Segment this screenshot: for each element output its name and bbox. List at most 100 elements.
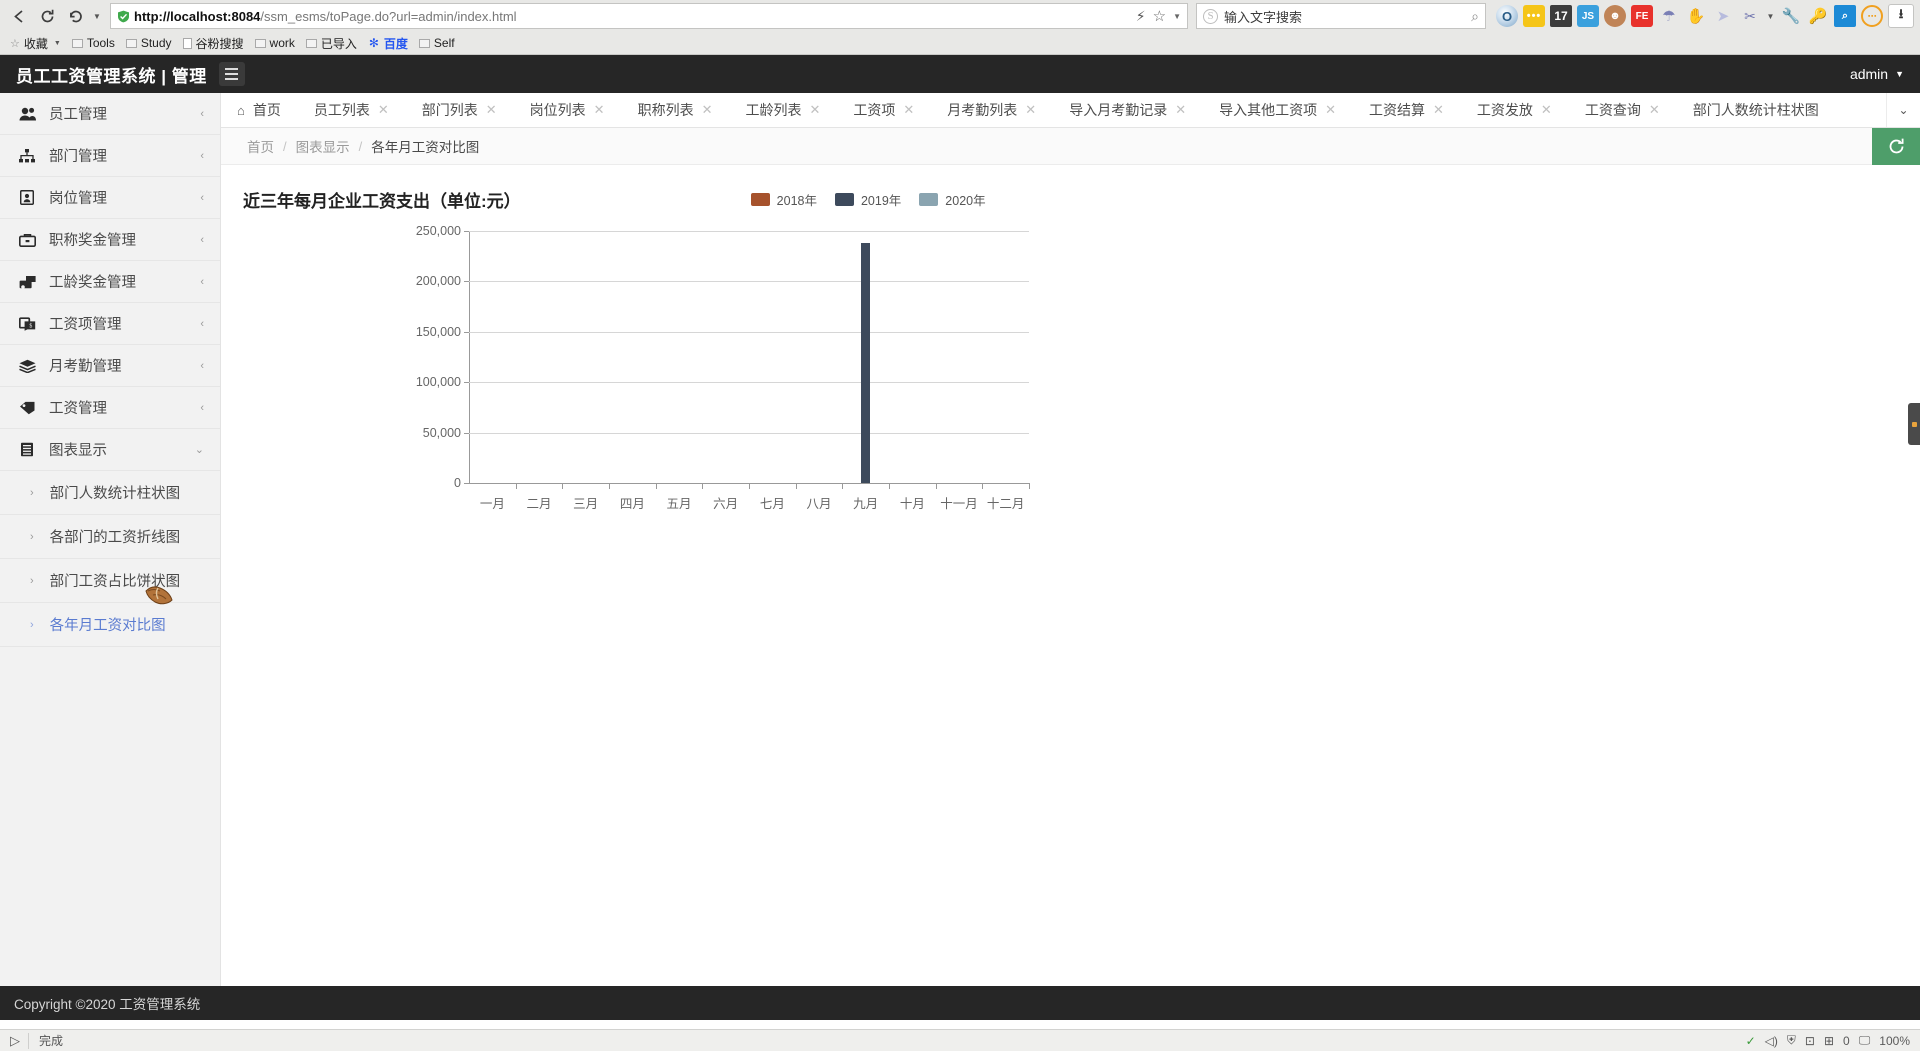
tab-monthly-attendance-list[interactable]: 月考勤列表 ✕: [931, 93, 1053, 127]
reload-icon[interactable]: [34, 3, 60, 29]
close-icon[interactable]: ✕: [1433, 102, 1444, 118]
bookmark-item-work[interactable]: work: [251, 35, 302, 51]
sidebar-subitem-dept-count-bar[interactable]: › 部门人数统计柱状图: [0, 471, 220, 515]
shield-icon[interactable]: ⛨: [1787, 1033, 1796, 1048]
speaker-icon[interactable]: ◁): [1765, 1034, 1778, 1048]
play-icon[interactable]: ▷: [6, 1032, 29, 1049]
bookmark-item-tools[interactable]: Tools: [68, 35, 122, 51]
close-icon[interactable]: ✕: [1325, 102, 1336, 118]
sidebar-item-position[interactable]: 岗位管理 ‹: [0, 177, 220, 219]
search-icon[interactable]: ⌕: [1471, 8, 1479, 25]
opera-icon[interactable]: O: [1496, 5, 1518, 27]
tab-home[interactable]: ⌂ 首页: [221, 93, 298, 127]
sidebar-item-department[interactable]: 部门管理 ‹: [0, 135, 220, 177]
tab-import-other-salary[interactable]: 导入其他工资项 ✕: [1203, 93, 1353, 127]
window-icon[interactable]: ⊞: [1824, 1034, 1834, 1048]
back-arrow-icon[interactable]: [6, 3, 32, 29]
bookmark-item-baidu[interactable]: ✻ 百度: [364, 34, 415, 53]
close-icon[interactable]: ✕: [1175, 102, 1186, 118]
pointer-icon[interactable]: ➤: [1712, 5, 1734, 27]
wrench-icon[interactable]: 🔧: [1780, 5, 1802, 27]
history-dropdown-icon[interactable]: ▼: [90, 3, 104, 29]
firebug-icon[interactable]: FE: [1631, 5, 1653, 27]
close-icon[interactable]: ✕: [809, 102, 820, 118]
lock-icon[interactable]: ⊡: [1805, 1034, 1815, 1048]
tab-title-list[interactable]: 职称列表 ✕: [622, 93, 730, 127]
browser-search-box[interactable]: S 输入文字搜索 ⌕: [1196, 3, 1486, 29]
sidebar-subitem-dept-salary-pie[interactable]: › 部门工资占比饼状图: [0, 559, 220, 603]
bookmark-item-self[interactable]: Self: [415, 35, 462, 51]
breadcrumb-item-charts[interactable]: 图表显示: [296, 136, 350, 156]
tab-salary-settlement[interactable]: 工资结算 ✕: [1353, 93, 1461, 127]
sidebar-item-monthly-attendance[interactable]: 月考勤管理 ‹: [0, 345, 220, 387]
legend-item-2020[interactable]: 2020年: [919, 190, 986, 209]
bookmark-item-gufen[interactable]: 谷粉搜搜: [179, 34, 251, 53]
chevron-down-icon[interactable]: ⌄: [1886, 93, 1920, 127]
scissors-dropdown-icon[interactable]: ▼: [1766, 3, 1775, 29]
sidebar-item-title-bonus[interactable]: 职称奖金管理 ‹: [0, 219, 220, 261]
chevron-left-icon: ‹: [200, 107, 204, 120]
hamburger-icon[interactable]: [218, 62, 245, 86]
chart-header: 近三年每月企业工资支出（单位:元） 2018年 2019年 2020年: [221, 185, 1920, 213]
scissors-icon[interactable]: ✂: [1739, 5, 1761, 27]
y-axis-tick-label: 50,000: [422, 425, 461, 440]
chevron-down-icon[interactable]: ▼: [54, 40, 61, 47]
close-icon[interactable]: ✕: [1541, 102, 1552, 118]
history-undo-icon[interactable]: [62, 3, 88, 29]
sidebar-item-salary-items[interactable]: $ 工资项管理 ‹: [0, 303, 220, 345]
chart-bar[interactable]: [861, 243, 871, 483]
chart-canvas[interactable]: 0 50,000 100,000 150,000 200,000 250,000 一月 二月 三…: [416, 224, 1030, 511]
key-icon[interactable]: 🔑: [1807, 5, 1829, 27]
legend-item-2019[interactable]: 2019年: [834, 190, 902, 209]
js-icon[interactable]: JS: [1577, 5, 1599, 27]
download-icon[interactable]: ⭳: [1888, 4, 1914, 28]
tab-salary-items[interactable]: 工资项 ✕: [837, 93, 931, 127]
tab-seniority-list[interactable]: 工龄列表 ✕: [729, 93, 837, 127]
bookmark-star-icon[interactable]: ☆: [1153, 7, 1166, 25]
sidebar-item-salary-mgmt[interactable]: 工资管理 ‹: [0, 387, 220, 429]
tab-dept-count-bar-chart[interactable]: 部门人数统计柱状图: [1677, 93, 1836, 127]
monkey-icon[interactable]: ☻: [1604, 5, 1626, 27]
tab-salary-query[interactable]: 工资查询 ✕: [1569, 93, 1677, 127]
user-menu[interactable]: admin ▼: [1850, 66, 1904, 82]
close-icon[interactable]: ✕: [1025, 102, 1036, 118]
bookmark-item-study[interactable]: Study: [122, 35, 179, 51]
dots-badge-icon[interactable]: •••: [1523, 5, 1545, 27]
counter-badge-icon[interactable]: 17: [1550, 5, 1572, 27]
address-bar[interactable]: http://localhost:8084/ssm_esms/toPage.do…: [110, 3, 1188, 29]
tab-employee-list[interactable]: 员工列表 ✕: [298, 93, 406, 127]
sidebar-item-employee[interactable]: 员工管理 ‹: [0, 93, 220, 135]
search-input[interactable]: 输入文字搜索: [1224, 7, 1465, 26]
side-widget-handle[interactable]: [1908, 403, 1920, 445]
tab-department-list[interactable]: 部门列表 ✕: [406, 93, 514, 127]
more-circle-icon[interactable]: ⋯: [1861, 5, 1883, 27]
sidebar-item-charts[interactable]: 图表显示 ⌄: [0, 429, 220, 471]
sidebar-item-label: 月考勤管理: [49, 359, 122, 375]
refresh-icon[interactable]: [1872, 128, 1920, 165]
lightning-icon[interactable]: ⚡: [1136, 8, 1146, 25]
close-icon[interactable]: ✕: [1649, 102, 1660, 118]
bookmark-item-favorites[interactable]: ☆ 收藏 ▼: [6, 34, 68, 53]
monitor-icon[interactable]: 🖵: [1859, 1033, 1871, 1048]
bookmark-item-imported[interactable]: 已导入: [302, 34, 364, 53]
hand-icon[interactable]: ✋: [1685, 5, 1707, 27]
sidebar-item-seniority-bonus[interactable]: 工龄奖金管理 ‹: [0, 261, 220, 303]
chevron-down-icon[interactable]: ▼: [1173, 12, 1181, 21]
breadcrumb-item-home[interactable]: 首页: [247, 136, 274, 156]
close-icon[interactable]: ✕: [702, 102, 713, 118]
close-icon[interactable]: ✕: [378, 102, 389, 118]
close-icon[interactable]: ✕: [594, 102, 605, 118]
legend-label: 2019年: [860, 193, 902, 208]
tab-position-list[interactable]: 岗位列表 ✕: [514, 93, 622, 127]
parachute-icon[interactable]: ☂: [1658, 5, 1680, 27]
tab-import-attendance[interactable]: 导入月考勤记录 ✕: [1053, 93, 1203, 127]
sidebar-subitem-yearly-monthly-compare[interactable]: › 各年月工资对比图: [0, 603, 220, 647]
legend-item-2018[interactable]: 2018年: [750, 190, 817, 209]
tab-salary-payout[interactable]: 工资发放 ✕: [1461, 93, 1569, 127]
x-axis-tick-mark: [795, 483, 797, 489]
close-icon[interactable]: ✕: [486, 102, 497, 118]
close-icon[interactable]: ✕: [903, 102, 914, 118]
sidebar-subitem-dept-salary-line[interactable]: › 各部门的工资折线图: [0, 515, 220, 559]
search-page-icon[interactable]: ⌕: [1834, 5, 1856, 27]
check-icon[interactable]: ✓: [1746, 1034, 1756, 1048]
